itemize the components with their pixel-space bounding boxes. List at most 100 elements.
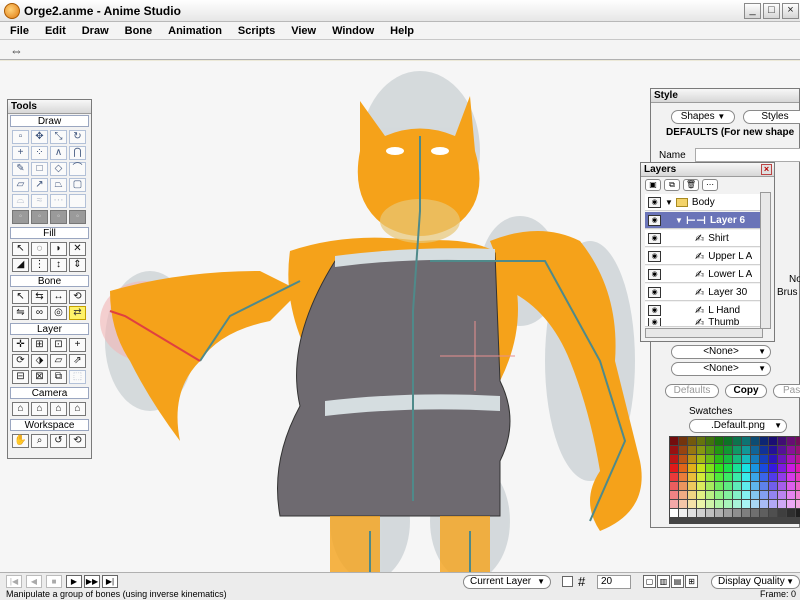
fill-style-dropdown[interactable]: <None> ▼	[671, 345, 771, 359]
layer-mode-dropdown[interactable]: Current Layer ▼	[463, 575, 551, 589]
color-swatch[interactable]	[706, 482, 714, 490]
delete-shape-tool-icon[interactable]: ✕	[69, 242, 86, 256]
color-swatch[interactable]	[697, 491, 705, 499]
color-swatch[interactable]	[742, 446, 750, 454]
color-swatch[interactable]	[796, 437, 800, 445]
color-swatch[interactable]	[733, 455, 741, 463]
color-swatch[interactable]	[733, 509, 741, 517]
color-swatch[interactable]	[796, 500, 800, 508]
color-swatch[interactable]	[733, 491, 741, 499]
delete-edge-tool-icon[interactable]: ↗	[31, 178, 48, 192]
color-swatch[interactable]	[742, 491, 750, 499]
color-swatch[interactable]	[724, 491, 732, 499]
color-swatch[interactable]	[742, 500, 750, 508]
layer-options-icon[interactable]: ⋯	[702, 179, 718, 191]
color-swatch[interactable]	[679, 446, 687, 454]
layer-row-l-hand[interactable]: ◉ ✍ L Hand	[645, 302, 762, 319]
expand-arrow-icon[interactable]: ▼	[675, 216, 683, 225]
color-swatch[interactable]	[679, 464, 687, 472]
color-swatch[interactable]	[769, 473, 777, 481]
menu-view[interactable]: View	[291, 22, 316, 39]
manipulate-bones-tool-icon[interactable]: ⇄	[69, 306, 86, 320]
color-swatch[interactable]	[715, 500, 723, 508]
color-swatch[interactable]	[796, 473, 800, 481]
switch-layer-tool-icon[interactable]: ⇗	[69, 354, 86, 368]
eyedropper-tool-icon[interactable]: ⇕	[69, 258, 86, 272]
color-swatch[interactable]	[796, 464, 800, 472]
orbit-workspace-tool-icon[interactable]: ⟲	[69, 434, 86, 448]
color-swatch[interactable]	[733, 500, 741, 508]
scale-points-tool-icon[interactable]: ⤡	[50, 130, 67, 144]
color-swatch[interactable]	[706, 446, 714, 454]
manipulate-bones-option-icon[interactable]: ⇔	[10, 43, 23, 58]
duplicate-layer-icon[interactable]: ⧉	[664, 179, 680, 191]
defaults-button[interactable]: Defaults	[665, 384, 719, 398]
color-swatch[interactable]	[679, 437, 687, 445]
color-swatch[interactable]	[706, 473, 714, 481]
color-swatch[interactable]	[697, 455, 705, 463]
color-swatch[interactable]	[679, 509, 687, 517]
color-swatch[interactable]	[733, 437, 741, 445]
rewind-icon[interactable]: |◀	[6, 575, 22, 588]
color-swatch[interactable]	[751, 473, 759, 481]
color-swatch[interactable]	[760, 437, 768, 445]
particle-layer-tool-icon[interactable]: ⊟	[12, 370, 29, 384]
layer-row-upper-l-a[interactable]: ◉ ✍ Upper L A	[645, 248, 762, 265]
color-swatch[interactable]	[715, 482, 723, 490]
view-split-h-icon[interactable]: ▥	[657, 575, 670, 588]
magnet-tool-icon[interactable]: ∧	[50, 146, 67, 160]
color-swatch[interactable]	[760, 509, 768, 517]
color-swatch[interactable]	[778, 473, 786, 481]
color-swatch[interactable]	[787, 437, 795, 445]
set-origin-tool-icon[interactable]: ✛	[12, 338, 29, 352]
color-swatch[interactable]	[760, 491, 768, 499]
eye-icon[interactable]: ◉	[648, 268, 661, 280]
stop-icon[interactable]: ■	[46, 575, 62, 588]
color-swatch[interactable]	[724, 509, 732, 517]
layer-row-shirt[interactable]: ◉ ✍ Shirt	[645, 230, 762, 247]
color-swatch[interactable]	[724, 446, 732, 454]
layers-close-icon[interactable]: ×	[761, 164, 772, 175]
eye-icon[interactable]: ◉	[648, 286, 661, 298]
create-shape-tool-icon[interactable]: ◌	[31, 242, 48, 256]
shear-layer-tool-icon[interactable]: ▱	[50, 354, 67, 368]
bone-strength-tool-icon[interactable]: ◎	[50, 306, 67, 320]
color-swatch[interactable]	[787, 455, 795, 463]
color-swatch[interactable]	[742, 482, 750, 490]
color-swatch[interactable]	[769, 500, 777, 508]
color-swatch[interactable]	[778, 464, 786, 472]
color-swatch[interactable]	[733, 482, 741, 490]
color-swatch[interactable]	[760, 482, 768, 490]
color-swatch[interactable]	[787, 500, 795, 508]
curvature-tool-icon[interactable]: ⁘	[31, 146, 48, 160]
select-points-tool-icon[interactable]: ▫	[12, 130, 29, 144]
color-swatch[interactable]	[796, 482, 800, 490]
pan-tilt-camera-tool-icon[interactable]: ⌂	[69, 402, 86, 416]
view-single-icon[interactable]: ▢	[643, 575, 656, 588]
color-swatch[interactable]	[769, 446, 777, 454]
color-swatch[interactable]	[706, 500, 714, 508]
color-swatch[interactable]	[715, 509, 723, 517]
layer-row-layer-30[interactable]: ◉ ✍ Layer 30	[645, 284, 762, 301]
reparent-bone-tool-icon[interactable]: ∞	[31, 306, 48, 320]
grid-size-input[interactable]: 20	[597, 575, 631, 589]
color-swatch[interactable]	[715, 464, 723, 472]
color-swatch[interactable]	[670, 500, 678, 508]
color-swatch[interactable]	[769, 464, 777, 472]
color-swatch[interactable]	[724, 473, 732, 481]
color-swatch[interactable]	[688, 437, 696, 445]
draw-shape-tool-icon[interactable]: □	[31, 162, 48, 176]
color-swatch[interactable]	[751, 464, 759, 472]
color-swatch[interactable]	[796, 491, 800, 499]
color-swatch[interactable]	[742, 455, 750, 463]
color-swatch[interactable]	[760, 446, 768, 454]
color-swatch[interactable]	[733, 464, 741, 472]
color-swatch[interactable]	[760, 455, 768, 463]
end-icon[interactable]: ▶|	[102, 575, 118, 588]
menu-draw[interactable]: Draw	[82, 22, 109, 39]
color-swatch[interactable]	[778, 509, 786, 517]
color-swatch[interactable]	[742, 437, 750, 445]
color-swatch[interactable]	[715, 446, 723, 454]
color-swatch[interactable]	[715, 437, 723, 445]
roll-camera-tool-icon[interactable]: ⌂	[50, 402, 67, 416]
